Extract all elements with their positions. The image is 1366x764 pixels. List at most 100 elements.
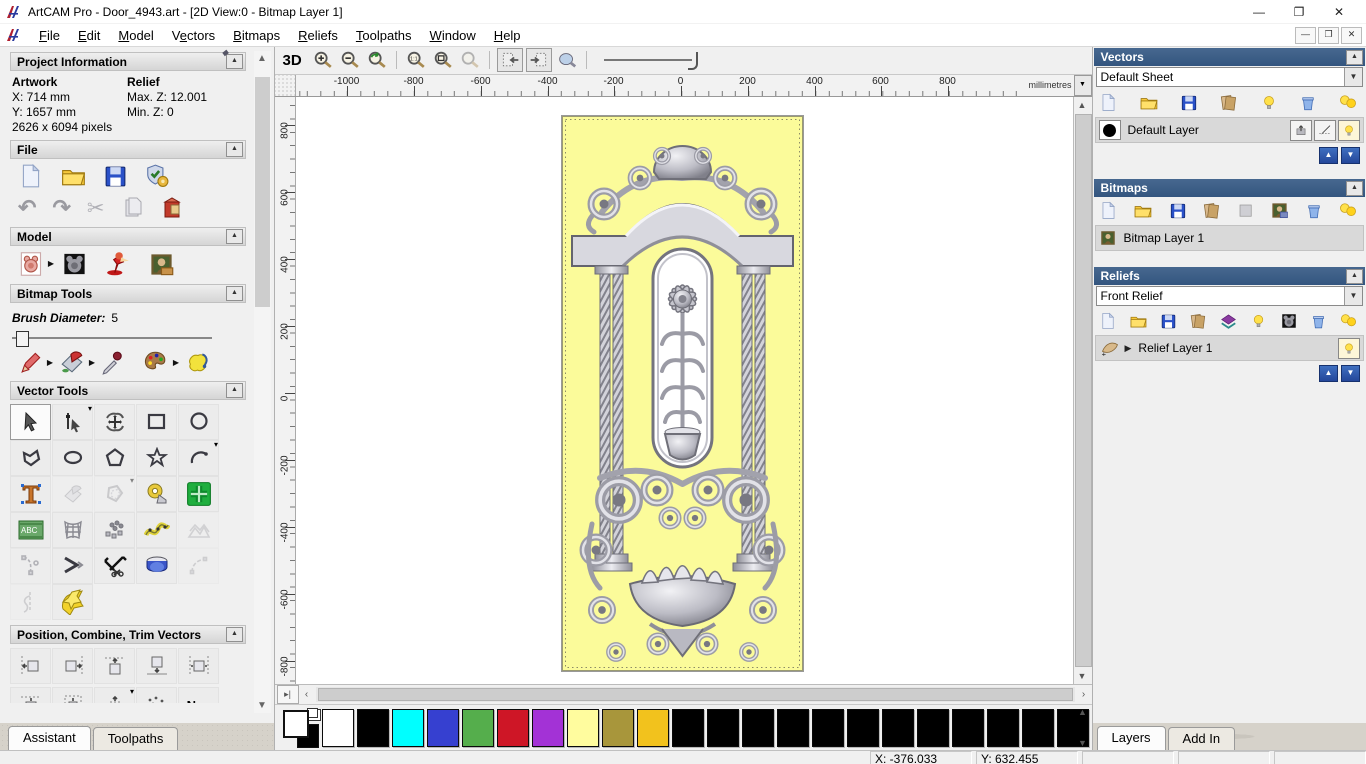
align-right-button[interactable] xyxy=(52,648,93,684)
create-polygon-button[interactable] xyxy=(94,440,135,476)
dropdown-arrow-icon[interactable]: ▼ xyxy=(1344,68,1362,86)
vector-library-button[interactable] xyxy=(52,584,93,620)
layer-bulb-icon[interactable] xyxy=(1260,93,1278,112)
minimize-button[interactable]: — xyxy=(1252,5,1266,19)
create-polyline-button[interactable] xyxy=(10,440,51,476)
fit-vectors-to-relief-button[interactable] xyxy=(178,512,219,548)
colour-swatch[interactable] xyxy=(426,708,459,747)
menu-item[interactable]: Reliefs xyxy=(289,26,347,45)
scrollbar-thumb[interactable] xyxy=(254,77,270,307)
relief-layer-row[interactable]: + ▶ Relief Layer 1 xyxy=(1094,335,1364,361)
fill-vector-button[interactable] xyxy=(52,476,93,512)
menu-item[interactable]: Model xyxy=(109,26,162,45)
drawing-canvas[interactable] xyxy=(295,96,1073,685)
tab-layers[interactable]: Layers xyxy=(1096,726,1166,750)
menu-item[interactable]: Toolpaths xyxy=(347,26,421,45)
colour-swatch[interactable] xyxy=(916,708,949,747)
transform-vectors-button[interactable] xyxy=(94,404,135,440)
colour-swatch[interactable] xyxy=(461,708,494,747)
unwrap-curve-button[interactable] xyxy=(178,548,219,584)
clear-layer-icon[interactable] xyxy=(1237,202,1255,220)
primary-colour-swatch[interactable] xyxy=(282,709,309,738)
menu-item[interactable]: Vectors xyxy=(163,26,224,45)
profile-tool-button[interactable] xyxy=(10,584,51,620)
palette-scroll-up-icon[interactable]: ▲ xyxy=(1078,707,1087,717)
align-bottom-button[interactable] xyxy=(136,648,177,684)
collapse-file-button[interactable]: ▲ xyxy=(226,142,243,157)
new-layer-icon[interactable] xyxy=(1099,201,1118,220)
align-centre-3-button[interactable]: ▾ xyxy=(94,687,135,703)
all-bulbs-icon[interactable] xyxy=(1339,312,1358,330)
all-bulbs-icon[interactable] xyxy=(1338,201,1358,220)
colour-swatch[interactable] xyxy=(531,708,564,747)
save-layer-icon[interactable] xyxy=(1180,94,1198,112)
redo-icon[interactable]: ↷ xyxy=(52,195,70,221)
move-layer-up-button[interactable]: ▲ xyxy=(1319,365,1338,382)
colour-swatch[interactable] xyxy=(811,708,844,747)
collapse-vector-tools-button[interactable]: ▲ xyxy=(226,383,243,398)
toggle-vectors-icon[interactable] xyxy=(525,48,552,73)
fit-arcs-button[interactable] xyxy=(10,548,51,584)
primary-secondary-colour-selector[interactable] xyxy=(281,707,319,748)
menu-item[interactable]: Window xyxy=(421,26,485,45)
layer-bulb-icon[interactable] xyxy=(1250,312,1267,330)
scrollbar-thumb[interactable] xyxy=(1074,113,1092,668)
collapse-reliefs-button[interactable]: ▲ xyxy=(1346,268,1363,284)
layer-name[interactable]: Relief Layer 1 xyxy=(1131,341,1336,355)
scroll-down-icon[interactable]: ▼ xyxy=(1074,668,1091,684)
node-editing-button[interactable]: ▾ xyxy=(52,404,93,440)
units-dropdown-button[interactable]: ▼ xyxy=(1073,74,1092,96)
layer-visibility-button[interactable] xyxy=(1338,119,1360,141)
save-model-icon[interactable] xyxy=(103,164,128,189)
collapse-model-button[interactable]: ▲ xyxy=(226,229,243,244)
measure-tool-button[interactable] xyxy=(136,476,177,512)
colour-swatch[interactable] xyxy=(741,708,774,747)
align-left-button[interactable] xyxy=(10,648,51,684)
open-layer-icon[interactable] xyxy=(1133,201,1153,220)
scrollbar-track[interactable] xyxy=(315,687,1075,703)
create-rectangle-button[interactable] xyxy=(136,404,177,440)
open-layer-icon[interactable] xyxy=(1139,93,1159,112)
bitmap-preview-icon[interactable] xyxy=(1270,201,1289,220)
collapse-bitmaps-button[interactable]: ▲ xyxy=(1346,180,1363,196)
bitmap-layer-row[interactable]: Bitmap Layer 1 xyxy=(1094,225,1364,251)
colour-swatch[interactable] xyxy=(636,708,669,747)
colour-swatch[interactable] xyxy=(671,708,704,747)
colour-swatch[interactable] xyxy=(1021,708,1054,747)
model-wizard-icon[interactable] xyxy=(144,163,171,189)
colour-swatch[interactable] xyxy=(951,708,984,747)
collapse-project-info-button[interactable]: ▲ xyxy=(226,54,243,69)
paste-along-curve-button[interactable] xyxy=(136,512,177,548)
undo-icon[interactable]: ↶ xyxy=(18,195,36,221)
cut-icon[interactable]: ✂ xyxy=(87,196,105,221)
save-layer-icon[interactable] xyxy=(1169,202,1187,220)
colour-swatch[interactable] xyxy=(776,708,809,747)
view-3d-button[interactable]: 3D xyxy=(283,52,302,69)
new-layer-icon[interactable] xyxy=(1099,312,1117,330)
pick-colour-icon[interactable] xyxy=(100,349,126,375)
scroll-right-icon[interactable]: › xyxy=(1076,689,1092,700)
palette-scrollbar[interactable]: ▲ ▼ xyxy=(1076,707,1090,748)
layer-colour-chip[interactable] xyxy=(1098,120,1121,140)
mdi-close-button[interactable]: ✕ xyxy=(1341,27,1362,44)
move-layer-down-button[interactable]: ▼ xyxy=(1341,365,1360,382)
tab-toolpaths[interactable]: Toolpaths xyxy=(92,727,179,750)
align-centre-1-button[interactable] xyxy=(10,687,51,703)
menu-item[interactable]: File xyxy=(30,26,69,45)
restore-button[interactable]: ❐ xyxy=(1292,5,1306,19)
layer-name[interactable]: Bitmap Layer 1 xyxy=(1117,231,1361,245)
block-copy-button[interactable] xyxy=(94,512,135,548)
relief-combo[interactable]: Front Relief ▼ xyxy=(1095,286,1363,306)
scatter-copy-button[interactable] xyxy=(136,687,177,703)
align-top-button[interactable] xyxy=(94,648,135,684)
model-from-greyscale-icon[interactable] xyxy=(61,250,88,278)
canvas-horizontal-scrollbar[interactable]: ▸| ‹ › xyxy=(274,684,1092,705)
scroll-left-icon[interactable]: ‹ xyxy=(299,689,315,700)
canvas-vertical-scrollbar[interactable]: ▲ ▼ xyxy=(1072,96,1092,685)
layer-name[interactable]: Default Layer xyxy=(1121,123,1289,137)
bisect-tool-button[interactable] xyxy=(52,548,93,584)
create-text-button[interactable] xyxy=(10,476,51,512)
open-model-icon[interactable] xyxy=(60,163,87,189)
create-ellipse-button[interactable] xyxy=(52,440,93,476)
delete-layer-icon[interactable] xyxy=(1310,313,1327,330)
